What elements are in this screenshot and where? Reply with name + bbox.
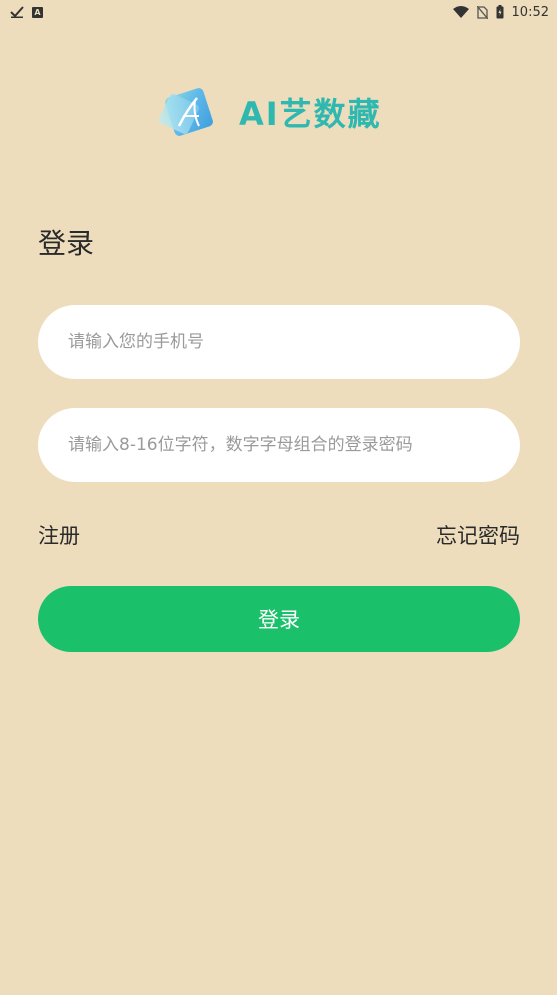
- wifi-icon: [452, 6, 469, 18]
- register-link[interactable]: 注册: [38, 520, 80, 550]
- logo-text: AI艺数藏: [239, 95, 382, 133]
- password-input[interactable]: [38, 408, 520, 482]
- status-time: 10:52: [511, 4, 549, 20]
- status-left: A: [10, 6, 43, 18]
- logo-mark-icon: [159, 88, 213, 136]
- login-button[interactable]: 登录: [38, 586, 520, 652]
- a-icon: A: [32, 6, 43, 18]
- battery-icon: [496, 5, 504, 19]
- phone-input[interactable]: [38, 305, 520, 379]
- login-screen: A 10:52 AI艺数藏 登录 请输入您的手机号 注册 忘记密码 登录: [0, 0, 557, 995]
- forgot-password-link[interactable]: 忘记密码: [436, 520, 520, 550]
- check-icon: [10, 6, 24, 18]
- status-bar: A 10:52: [0, 0, 557, 24]
- page-title: 登录: [38, 227, 95, 260]
- status-right: 10:52: [452, 4, 549, 20]
- app-logo: AI艺数藏: [157, 80, 382, 144]
- no-sim-icon: [476, 5, 488, 19]
